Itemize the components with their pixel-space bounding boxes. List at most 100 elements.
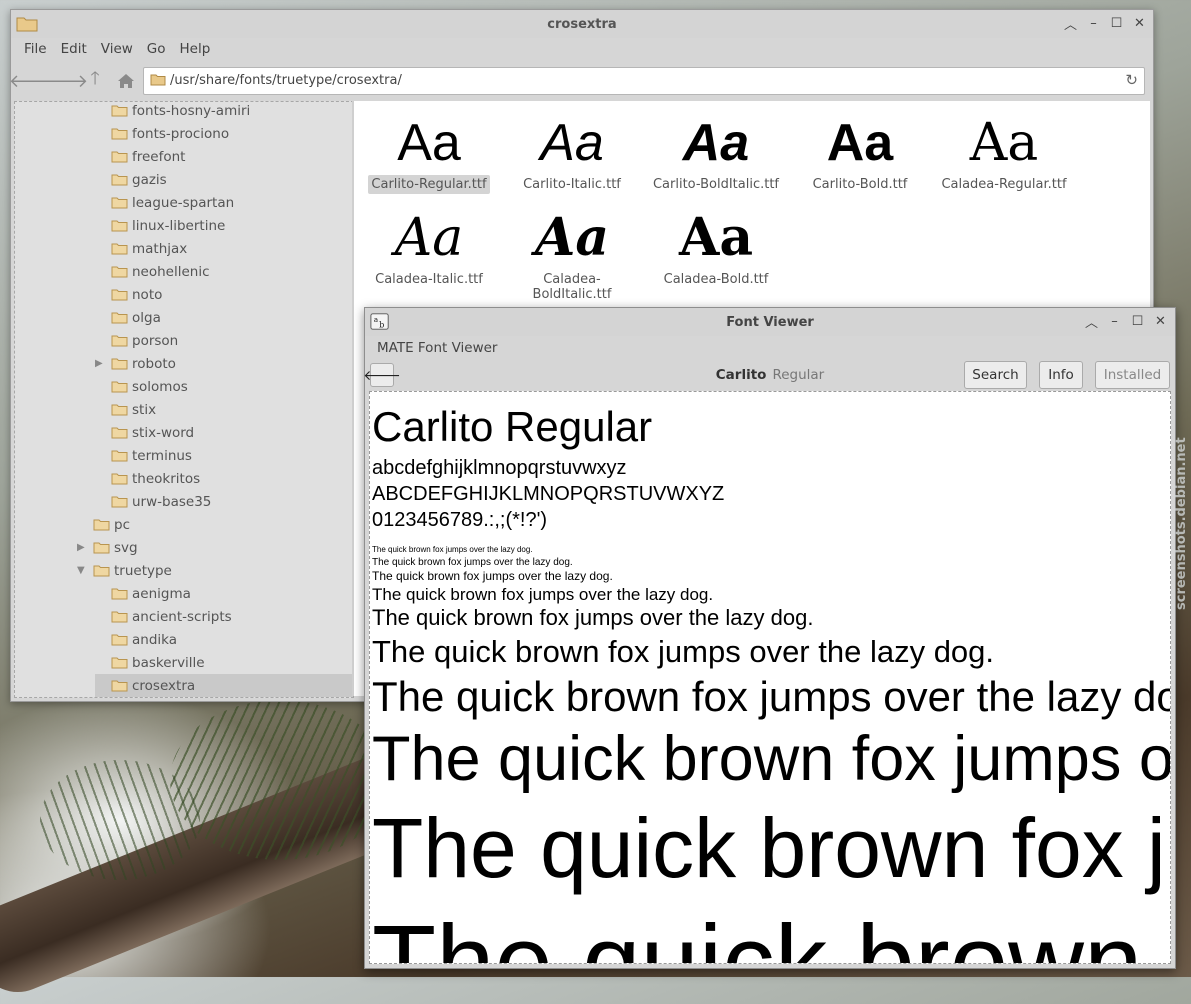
- file-item[interactable]: Aa Carlito-Italic.ttf: [502, 111, 642, 194]
- svg-text:screenshots.debian.net: screenshots.debian.net: [1174, 437, 1189, 610]
- file-item[interactable]: Aa Carlito-BoldItalic.ttf: [646, 111, 786, 194]
- tree-item[interactable]: porson: [95, 329, 353, 352]
- tree-item[interactable]: stix-word: [95, 421, 353, 444]
- tree-item[interactable]: aenigma: [95, 582, 353, 605]
- location-bar[interactable]: /usr/share/fonts/truetype/crosextra/ ↻: [143, 67, 1145, 95]
- tree-item[interactable]: neohellenic: [95, 260, 353, 283]
- preview-digits: 0123456789.:,;(*!?'): [372, 509, 548, 531]
- tree-item[interactable]: olga: [95, 306, 353, 329]
- info-button[interactable]: Info: [1039, 361, 1083, 389]
- tree-item[interactable]: ancient-scripts: [95, 605, 353, 628]
- tree-item[interactable]: linux-libertine: [95, 214, 353, 237]
- tree-item-label: stix: [132, 401, 157, 418]
- search-button[interactable]: Search: [964, 361, 1027, 389]
- folder-icon: [111, 105, 128, 117]
- tree-item[interactable]: gazis: [95, 168, 353, 191]
- location-path[interactable]: /usr/share/fonts/truetype/crosextra/: [170, 73, 402, 88]
- tree-item[interactable]: stix: [95, 398, 353, 421]
- menu-go[interactable]: Go: [140, 38, 173, 62]
- pangram-sample: The quick brown fox jumps over the lazy …: [372, 634, 995, 669]
- menu-view[interactable]: View: [94, 38, 140, 62]
- menu-bar: File Edit View Go Help: [11, 38, 1153, 62]
- tree-item[interactable]: ▶ svg: [77, 536, 353, 559]
- pangram-sample: The quick brown fox jumps over the lazy …: [372, 545, 533, 554]
- file-item[interactable]: Aa Carlito-Regular.ttf: [359, 111, 499, 194]
- tree-item-label: theokritos: [132, 470, 201, 487]
- pangram-sample: The quick brown fox jumps over the lazy …: [372, 673, 1171, 720]
- tree-item[interactable]: solomos: [95, 375, 353, 398]
- menu-edit[interactable]: Edit: [54, 38, 94, 62]
- file-name-label: Carlito-Italic.ttf: [523, 177, 621, 192]
- tree-item[interactable]: noto: [95, 283, 353, 306]
- tree-item-label: neohellenic: [132, 263, 210, 280]
- font-preview-glyph: Aa: [826, 114, 894, 172]
- home-icon[interactable]: [113, 69, 139, 93]
- tree-item-label: mathjax: [132, 240, 188, 257]
- installed-button[interactable]: Installed: [1095, 361, 1170, 389]
- tree-item[interactable]: ▶ roboto: [95, 352, 353, 375]
- close-icon[interactable]: ✕: [1151, 313, 1170, 330]
- tree-item[interactable]: crosextra: [95, 674, 353, 697]
- file-name-label: Caladea-Regular.ttf: [941, 177, 1067, 192]
- collapsed-arrow-icon[interactable]: ▶: [77, 542, 87, 553]
- file-item[interactable]: Aa Carlito-Bold.ttf: [790, 111, 930, 194]
- file-item[interactable]: Aa Caladea-Italic.ttf: [359, 206, 499, 289]
- shade-icon[interactable]: ︿: [1082, 313, 1101, 331]
- forward-arrow-icon[interactable]: 🡒: [40, 69, 88, 93]
- tree-item[interactable]: andika: [95, 628, 353, 651]
- tree-item-label: noto: [132, 286, 163, 303]
- tree-item[interactable]: terminus: [95, 444, 353, 467]
- folder-icon: [111, 473, 128, 485]
- pangram-sample: The quick brown fox jumps over the lazy …: [372, 569, 613, 583]
- app-menu[interactable]: MATE Font Viewer: [377, 340, 497, 356]
- folder-icon: [93, 519, 110, 531]
- minimize-icon[interactable]: –: [1084, 15, 1103, 32]
- tree-item-label: svg: [114, 539, 138, 556]
- file-item[interactable]: Aa Caladea-Regular.ttf: [934, 111, 1074, 194]
- tree-item-label: olga: [132, 309, 161, 326]
- file-name-label: Caladea-Italic.ttf: [375, 272, 483, 287]
- up-arrow-icon[interactable]: 🡑: [82, 68, 108, 93]
- tree-item-label: gazis: [132, 171, 167, 188]
- tree-item[interactable]: pc: [77, 513, 353, 536]
- menu-help[interactable]: Help: [173, 38, 218, 62]
- folder-icon: [111, 404, 128, 416]
- tree-item[interactable]: fonts-hosny-amiri: [95, 102, 353, 122]
- folder-icon: [111, 427, 128, 439]
- file-item[interactable]: Aa Caladea- BoldItalic.ttf: [502, 206, 642, 304]
- folder-icon: [111, 680, 128, 692]
- tree-item[interactable]: baskerville: [95, 651, 353, 674]
- tree-item[interactable]: mathjax: [95, 237, 353, 260]
- tree-item[interactable]: freefont: [95, 145, 353, 168]
- shade-icon[interactable]: ︿: [1061, 15, 1080, 33]
- minimize-icon[interactable]: –: [1105, 313, 1124, 330]
- tree-item[interactable]: urw-base35: [95, 490, 353, 513]
- tree-item[interactable]: theokritos: [95, 467, 353, 490]
- font-preview-glyph: Aa: [540, 114, 604, 172]
- pangram-sample: The quick brown fox jumps over the lazy …: [372, 724, 1171, 794]
- folder-icon: [150, 74, 166, 86]
- tree-item-label: urw-base35: [132, 493, 212, 510]
- tree-item[interactable]: league-spartan: [95, 191, 353, 214]
- close-icon[interactable]: ✕: [1130, 15, 1149, 32]
- tree-item-label: fonts-hosny-amiri: [132, 102, 251, 119]
- title-bar[interactable]: crosextra ︿ – ☐ ✕: [11, 10, 1153, 38]
- tree-item-label: freefont: [132, 148, 186, 165]
- expanded-arrow-icon[interactable]: ▼: [77, 565, 87, 576]
- maximize-icon[interactable]: ☐: [1128, 313, 1147, 330]
- title-bar[interactable]: a b Font Viewer ︿ – ☐ ✕: [365, 308, 1175, 336]
- font-preview-area[interactable]: Carlito Regular abcdefghijklmnopqrstuvwx…: [369, 391, 1171, 964]
- collapsed-arrow-icon[interactable]: ▶: [95, 358, 105, 369]
- reload-icon[interactable]: ↻: [1125, 71, 1138, 89]
- tree-item-label: solomos: [132, 378, 188, 395]
- maximize-icon[interactable]: ☐: [1107, 15, 1126, 32]
- file-name-label: Carlito-BoldItalic.ttf: [652, 177, 780, 192]
- window-title: crosextra: [547, 17, 617, 32]
- menu-file[interactable]: File: [17, 38, 54, 62]
- side-pane-tree[interactable]: fonts-hosny-amiri fonts-prociono freefont g…: [14, 101, 354, 698]
- folder-icon: [111, 358, 128, 370]
- tree-item[interactable]: fonts-prociono: [95, 122, 353, 145]
- folder-icon: [93, 565, 110, 577]
- file-item[interactable]: Aa Caladea-Bold.ttf: [646, 206, 786, 289]
- tree-item[interactable]: ▼ truetype: [77, 559, 353, 582]
